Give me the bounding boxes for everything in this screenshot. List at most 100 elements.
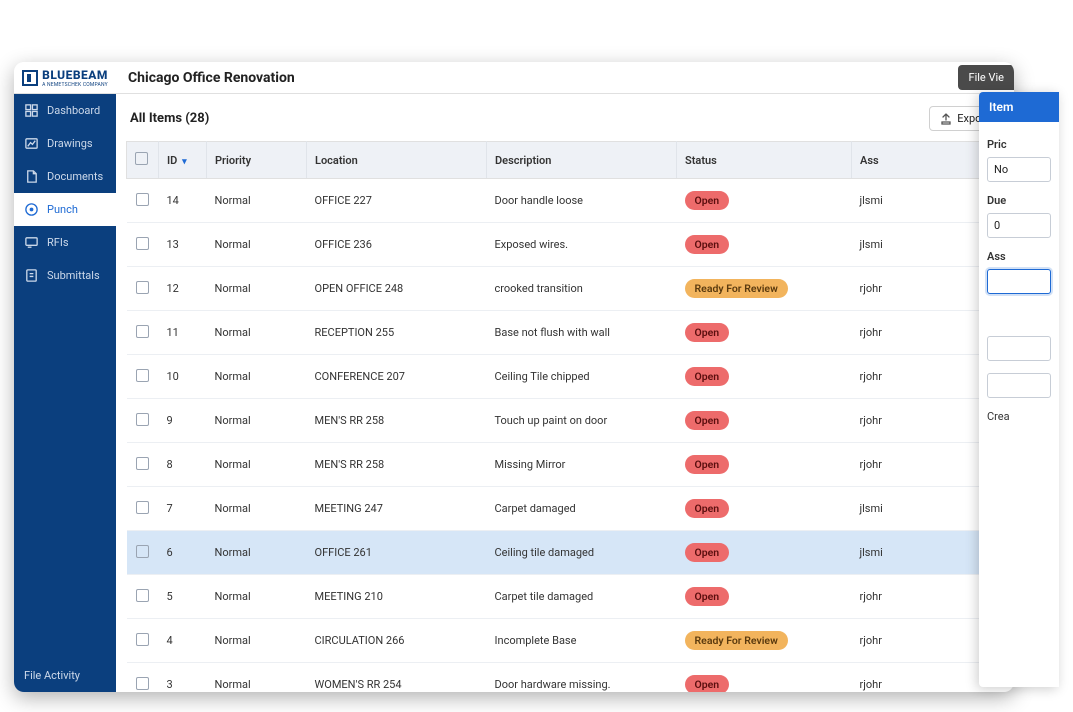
sidebar-item-rfis[interactable]: RFIs	[14, 226, 116, 259]
detail-due-field[interactable]: 0	[987, 213, 1051, 238]
table-row[interactable]: 9NormalMEN'S RR 258Touch up paint on doo…	[127, 399, 1004, 443]
cell-status: Open	[677, 575, 852, 619]
detail-label-priority: Pric	[987, 138, 1051, 151]
cell-id: 5	[159, 575, 207, 619]
table-row[interactable]: 11NormalRECEPTION 255Base not flush with…	[127, 311, 1004, 355]
cell-status: Ready For Review	[677, 619, 852, 663]
cell-description: Ceiling tile damaged	[487, 531, 677, 575]
header-location[interactable]: Location	[307, 142, 487, 179]
cell-id: 3	[159, 663, 207, 693]
cell-description: Carpet damaged	[487, 487, 677, 531]
detail-priority-field[interactable]: No	[987, 157, 1051, 182]
cell-status: Open	[677, 399, 852, 443]
cell-priority: Normal	[207, 355, 307, 399]
file-view-button[interactable]: File Vie	[958, 65, 1014, 90]
sidebar-item-submittals[interactable]: Submittals	[14, 259, 116, 292]
status-badge: Open	[685, 411, 730, 430]
cell-location: OFFICE 236	[307, 223, 487, 267]
cell-description: Exposed wires.	[487, 223, 677, 267]
row-checkbox[interactable]	[127, 179, 159, 223]
table-row[interactable]: 10NormalCONFERENCE 207Ceiling Tile chipp…	[127, 355, 1004, 399]
cell-id: 14	[159, 179, 207, 223]
status-badge: Open	[685, 587, 730, 606]
cell-id: 10	[159, 355, 207, 399]
row-checkbox[interactable]	[127, 487, 159, 531]
row-checkbox[interactable]	[127, 355, 159, 399]
documents-icon	[24, 169, 39, 184]
header-priority[interactable]: Priority	[207, 142, 307, 179]
cell-priority: Normal	[207, 663, 307, 693]
sidebar-item-label: Documents	[47, 170, 103, 183]
submittals-icon	[24, 268, 39, 283]
brand-logo[interactable]: BLUEBEAM A NEMETSCHEK COMPANY	[14, 62, 116, 94]
main-content: All Items (28) Export	[116, 94, 1014, 692]
cell-description: Missing Mirror	[487, 443, 677, 487]
sidebar-item-documents[interactable]: Documents	[14, 160, 116, 193]
sidebar-item-drawings[interactable]: Drawings	[14, 127, 116, 160]
cell-status: Ready For Review	[677, 267, 852, 311]
cell-status: Open	[677, 355, 852, 399]
cell-status: Open	[677, 179, 852, 223]
table-row[interactable]: 8NormalMEN'S RR 258Missing MirrorOpenrjo…	[127, 443, 1004, 487]
cell-location: CIRCULATION 266	[307, 619, 487, 663]
dashboard-icon	[24, 103, 39, 118]
header-checkbox[interactable]	[127, 142, 159, 179]
cell-location: MEETING 210	[307, 575, 487, 619]
detail-tab-item[interactable]: Item	[979, 92, 1059, 122]
cell-status: Open	[677, 443, 852, 487]
cell-description: Carpet tile damaged	[487, 575, 677, 619]
table-row[interactable]: 13NormalOFFICE 236Exposed wires.Openjlsm…	[127, 223, 1004, 267]
table-row[interactable]: 5NormalMEETING 210Carpet tile damagedOpe…	[127, 575, 1004, 619]
table-row[interactable]: 12NormalOPEN OFFICE 248crooked transitio…	[127, 267, 1004, 311]
row-checkbox[interactable]	[127, 399, 159, 443]
table-header-row: ID ▾ Priority Location Description Statu…	[127, 142, 1004, 179]
status-badge: Open	[685, 191, 730, 210]
status-badge: Open	[685, 455, 730, 474]
sort-desc-icon: ▾	[182, 157, 187, 167]
brand-name: BLUEBEAM	[42, 68, 108, 82]
table-row[interactable]: 3NormalWOMEN'S RR 254Door hardware missi…	[127, 663, 1004, 693]
cell-priority: Normal	[207, 531, 307, 575]
header-status[interactable]: Status	[677, 142, 852, 179]
main-header: All Items (28) Export	[116, 94, 1014, 141]
row-checkbox[interactable]	[127, 663, 159, 693]
detail-extra-field-2[interactable]	[987, 373, 1051, 398]
cell-location: OFFICE 227	[307, 179, 487, 223]
brand-tagline: A NEMETSCHEK COMPANY	[42, 82, 108, 88]
header-id[interactable]: ID ▾	[159, 142, 207, 179]
table-row[interactable]: 6NormalOFFICE 261Ceiling tile damagedOpe…	[127, 531, 1004, 575]
sidebar-footer[interactable]: File Activity	[14, 659, 116, 692]
cell-id: 11	[159, 311, 207, 355]
row-checkbox[interactable]	[127, 619, 159, 663]
status-badge: Open	[685, 235, 730, 254]
items-table: ID ▾ Priority Location Description Statu…	[126, 141, 1004, 692]
status-badge: Open	[685, 323, 730, 342]
cell-priority: Normal	[207, 399, 307, 443]
row-checkbox[interactable]	[127, 267, 159, 311]
cell-description: Door handle loose	[487, 179, 677, 223]
detail-extra-field-1[interactable]	[987, 336, 1051, 361]
cell-status: Open	[677, 487, 852, 531]
row-checkbox[interactable]	[127, 223, 159, 267]
cell-priority: Normal	[207, 619, 307, 663]
row-checkbox[interactable]	[127, 531, 159, 575]
table-row[interactable]: 14NormalOFFICE 227Door handle looseOpenj…	[127, 179, 1004, 223]
table-row[interactable]: 7NormalMEETING 247Carpet damagedOpenjlsm…	[127, 487, 1004, 531]
cell-description: Ceiling Tile chipped	[487, 355, 677, 399]
cell-description: crooked transition	[487, 267, 677, 311]
table-row[interactable]: 4NormalCIRCULATION 266Incomplete BaseRea…	[127, 619, 1004, 663]
row-checkbox[interactable]	[127, 443, 159, 487]
cell-priority: Normal	[207, 179, 307, 223]
detail-assignee-field[interactable]	[987, 269, 1051, 294]
cell-description: Door hardware missing.	[487, 663, 677, 693]
row-checkbox[interactable]	[127, 575, 159, 619]
cell-location: CONFERENCE 207	[307, 355, 487, 399]
cell-location: WOMEN'S RR 254	[307, 663, 487, 693]
detail-panel: Item Pric No Due 0 Ass Crea	[979, 92, 1059, 687]
sidebar-item-dashboard[interactable]: Dashboard	[14, 94, 116, 127]
row-checkbox[interactable]	[127, 311, 159, 355]
sidebar-item-label: RFIs	[47, 236, 69, 249]
status-badge: Ready For Review	[685, 279, 788, 298]
header-description[interactable]: Description	[487, 142, 677, 179]
sidebar-item-punch[interactable]: Punch	[14, 193, 116, 226]
